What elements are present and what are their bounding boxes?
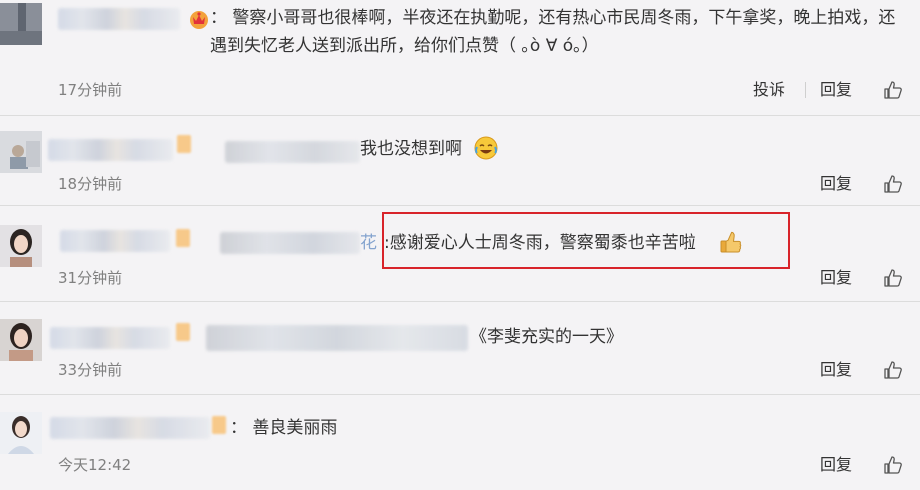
user-badge [176, 323, 190, 341]
comment-time: 18分钟前 [58, 175, 123, 193]
highlight-box [382, 212, 790, 269]
user-badge [177, 135, 191, 153]
avatar[interactable] [0, 3, 42, 45]
reply-button[interactable]: 回复 [820, 360, 852, 380]
comment-time: 17分钟前 [58, 81, 123, 99]
reply-button[interactable]: 回复 [820, 174, 852, 194]
username-blurred[interactable] [206, 325, 468, 351]
comment-item: 《李斐充实的一天》 33分钟前 回复 [0, 301, 920, 395]
like-thumb-icon[interactable] [883, 80, 903, 100]
username-blurred[interactable] [225, 141, 360, 163]
username-blurred[interactable] [50, 417, 210, 439]
comment-text: ： 善良美丽雨 [230, 418, 338, 438]
comment-time: 31分钟前 [58, 269, 123, 287]
username-blurred[interactable] [58, 8, 180, 30]
user-badge [176, 229, 190, 247]
comment-time: 33分钟前 [58, 361, 123, 379]
divider [805, 82, 806, 98]
comment-item: 我也没想到啊 18分钟前 回复 [0, 115, 920, 206]
like-thumb-icon[interactable] [883, 174, 903, 194]
username-blurred[interactable] [50, 327, 170, 349]
laugh-cry-emoji-icon [473, 135, 499, 165]
crown-icon [188, 8, 210, 34]
report-button[interactable]: 投诉 [753, 80, 785, 100]
comment-text: 《李斐充实的一天》 [470, 327, 623, 347]
username-blurred[interactable] [220, 232, 360, 254]
avatar[interactable] [0, 412, 42, 454]
comment-time: 今天12:42 [58, 456, 132, 474]
comment-text: ： 警察小哥哥也很棒啊，半夜还在执勤呢，还有热心市民周冬雨，下午拿奖，晚上拍戏，… [210, 8, 896, 56]
reply-button[interactable]: 回复 [820, 455, 852, 475]
like-thumb-icon[interactable] [883, 268, 903, 288]
username-blurred[interactable] [48, 139, 173, 161]
comment-text: 我也没想到啊 [360, 139, 462, 159]
avatar[interactable] [0, 319, 42, 361]
username-tail[interactable]: 花 [360, 229, 377, 257]
comment-item: ： 善良美丽雨 今天12:42 回复 [0, 394, 920, 490]
avatar[interactable] [0, 225, 42, 267]
username-blurred[interactable] [60, 230, 170, 252]
like-thumb-icon[interactable] [883, 455, 903, 475]
like-thumb-icon[interactable] [883, 360, 903, 380]
reply-button[interactable]: 回复 [820, 80, 852, 100]
reply-button[interactable]: 回复 [820, 268, 852, 288]
user-badge [212, 416, 226, 434]
avatar[interactable] [0, 131, 42, 173]
